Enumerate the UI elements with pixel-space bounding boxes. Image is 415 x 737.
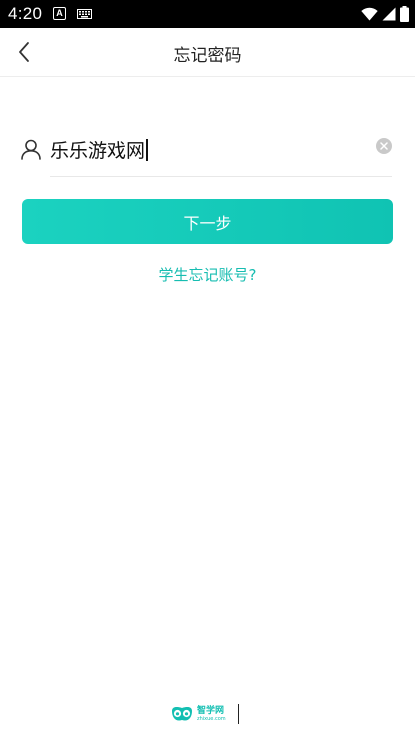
wifi-icon: [361, 7, 378, 21]
clear-button[interactable]: [376, 138, 392, 154]
battery-icon: [400, 6, 409, 22]
account-input[interactable]: 乐乐游戏网: [20, 128, 392, 174]
keyboard-icon: [77, 9, 92, 19]
footer-logo-en: zhixue.com: [197, 715, 226, 722]
clear-icon: [380, 142, 388, 150]
account-input-value[interactable]: 乐乐游戏网: [50, 136, 148, 163]
status-icons: [361, 5, 409, 23]
text-caret: [146, 138, 148, 161]
app-header: 忘记密码: [0, 28, 415, 77]
account-value-text: 乐乐游戏网: [50, 140, 146, 162]
zhixue-logo-icon: [172, 707, 192, 721]
status-time: 4:20: [8, 4, 43, 23]
footer-logo-text: 智学网 zhixue.com: [197, 705, 226, 722]
footer-logo-cn: 智学网: [197, 705, 225, 716]
notification-a-icon: A: [53, 7, 66, 20]
student-forgot-account-link[interactable]: 学生忘记账号?: [0, 264, 415, 285]
signal-icon: [382, 7, 396, 21]
input-underline: [50, 176, 392, 177]
next-button[interactable]: 下一步: [22, 199, 393, 244]
footer-divider: [237, 704, 239, 724]
page-title: 忘记密码: [173, 46, 242, 66]
status-bar: 4:20 A: [0, 0, 415, 28]
footer-logo: 智学网 zhixue.com: [170, 702, 239, 726]
user-icon: [21, 139, 41, 160]
